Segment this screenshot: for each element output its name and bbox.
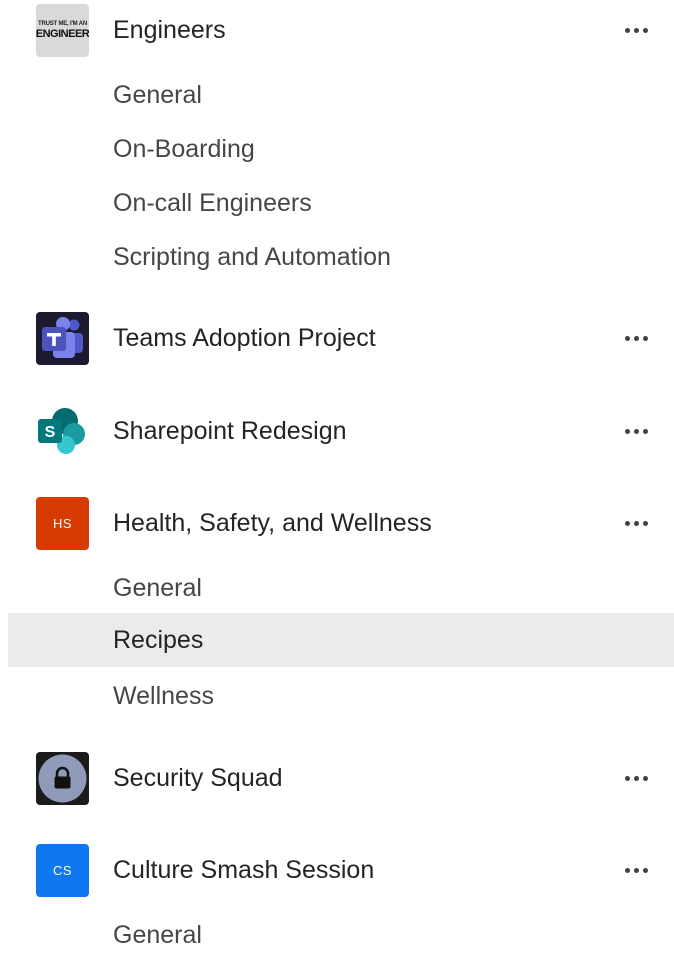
- svg-text:S: S: [45, 424, 56, 441]
- sharepoint-logo: S: [38, 408, 85, 454]
- channel-on-call-engineers[interactable]: On-call Engineers: [0, 176, 674, 230]
- team-avatar-hs: HS: [36, 497, 89, 550]
- channel-name: Wellness: [113, 681, 214, 710]
- channel-general[interactable]: General: [0, 68, 674, 122]
- avatar-initials: HS: [52, 516, 73, 531]
- more-options-icon[interactable]: [616, 508, 656, 538]
- channel-name: General: [113, 920, 202, 949]
- team-name: Security Squad: [113, 764, 283, 792]
- team-security-squad[interactable]: Security Squad: [0, 748, 674, 808]
- more-options-icon[interactable]: [616, 15, 656, 45]
- team-culture-smash-session[interactable]: CS Culture Smash Session: [0, 840, 674, 900]
- team-avatar-engineers: TRUST ME, I'M AN ENGINEER: [36, 4, 89, 57]
- more-options-icon[interactable]: [616, 763, 656, 793]
- team-name: Teams Adoption Project: [113, 324, 376, 352]
- avatar-text-large: ENGINEER: [36, 28, 89, 40]
- channel-on-boarding[interactable]: On-Boarding: [0, 122, 674, 176]
- channel-recipes[interactable]: Recipes: [8, 613, 674, 667]
- channel-wellness[interactable]: Wellness: [0, 669, 674, 723]
- team-name: Health, Safety, and Wellness: [113, 509, 432, 537]
- channel-name: Recipes: [113, 625, 204, 654]
- lock-badge: [38, 754, 87, 803]
- team-avatar-cs: CS: [36, 844, 89, 897]
- team-sharepoint-redesign[interactable]: S Sharepoint Redesign: [0, 401, 674, 461]
- avatar-initials: CS: [52, 863, 73, 878]
- channel-name: On-Boarding: [113, 134, 255, 163]
- microsoft-teams-icon: [36, 312, 89, 365]
- avatar-text-small: TRUST ME, I'M AN: [37, 21, 87, 27]
- team-name: Sharepoint Redesign: [113, 417, 347, 445]
- channel-general[interactable]: General: [0, 561, 674, 615]
- team-name: Engineers: [113, 16, 226, 44]
- more-options-icon[interactable]: [616, 855, 656, 885]
- lock-icon: [36, 752, 89, 805]
- team-health-safety-wellness[interactable]: HS Health, Safety, and Wellness: [0, 493, 674, 553]
- channel-scripting-and-automation[interactable]: Scripting and Automation: [0, 230, 674, 284]
- more-options-icon[interactable]: [616, 323, 656, 353]
- team-teams-adoption-project[interactable]: Teams Adoption Project: [0, 308, 674, 368]
- channel-general[interactable]: General: [0, 908, 674, 962]
- team-engineers[interactable]: TRUST ME, I'M AN ENGINEER Engineers: [0, 0, 674, 60]
- sharepoint-icon: S: [36, 405, 89, 458]
- channel-name: General: [113, 573, 202, 602]
- more-options-icon[interactable]: [616, 416, 656, 446]
- channel-name: On-call Engineers: [113, 188, 312, 217]
- microsoft-teams-logo: [42, 317, 83, 358]
- channel-name: General: [113, 80, 202, 109]
- team-name: Culture Smash Session: [113, 856, 375, 884]
- channel-name: Scripting and Automation: [113, 242, 391, 271]
